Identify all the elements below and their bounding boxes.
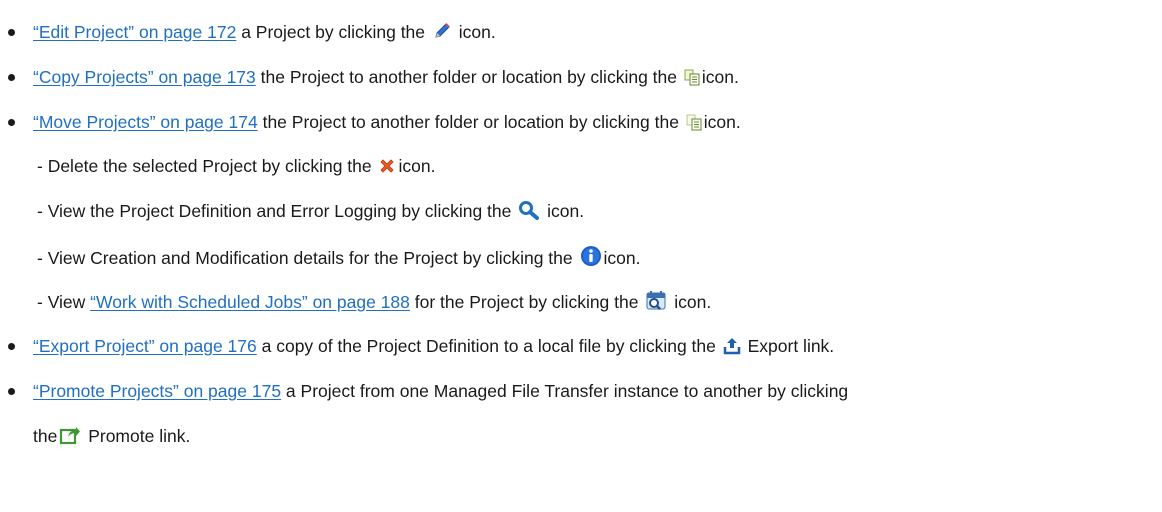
item-text: a Project from one Managed File Transfer…: [281, 381, 849, 401]
item-text: - View the Project Definition and Error …: [37, 201, 517, 221]
promote-icon[interactable]: [59, 425, 81, 445]
item-text: - View Creation and Modification details…: [37, 248, 578, 268]
edit-project-link[interactable]: “Edit Project” on page 172: [33, 22, 236, 42]
promote-projects-link[interactable]: “Promote Projects” on page 175: [33, 381, 281, 401]
item-text: the Project to another folder or locatio…: [257, 112, 684, 132]
magnifier-icon[interactable]: [518, 200, 540, 220]
bullet: [8, 29, 15, 36]
item-text-after: icon.: [542, 201, 585, 221]
item-text-after: Export link.: [742, 336, 835, 356]
copy-icon[interactable]: [684, 69, 700, 86]
bullet: [8, 388, 15, 395]
move-icon[interactable]: [686, 114, 702, 131]
item-text: - Delete the selected Project by clickin…: [37, 156, 377, 176]
item-text: a Project by clicking the: [236, 22, 430, 42]
item-text-after: icon.: [453, 22, 496, 42]
item-text-after: icon.: [703, 112, 741, 132]
bullet: [8, 119, 15, 126]
info-icon[interactable]: [580, 245, 602, 267]
item-text: a copy of the Project Definition to a lo…: [256, 336, 721, 356]
item-text-after: icon.: [669, 292, 712, 312]
pencil-icon[interactable]: [432, 21, 452, 41]
item-prefix: - View: [37, 292, 91, 312]
item-text: for the Project by clicking the: [409, 292, 644, 312]
delete-x-icon[interactable]: [378, 157, 396, 175]
export-icon[interactable]: [723, 337, 741, 355]
item-text-after: icon.: [603, 248, 641, 268]
item-text-after: Promote link.: [83, 426, 191, 446]
item-text-after: icon.: [701, 67, 739, 87]
item-text: the Project to another folder or locatio…: [255, 67, 682, 87]
item-text: the: [33, 426, 58, 446]
copy-projects-link[interactable]: “Copy Projects” on page 173: [33, 67, 256, 87]
scheduled-jobs-icon[interactable]: [645, 290, 667, 311]
export-project-link[interactable]: “Export Project” on page 176: [33, 336, 257, 356]
move-projects-link[interactable]: “Move Projects” on page 174: [33, 112, 258, 132]
bullet: [8, 343, 15, 350]
item-text-after: icon.: [398, 156, 436, 176]
bullet: [8, 74, 15, 81]
work-with-scheduled-jobs-link[interactable]: “Work with Scheduled Jobs” on page 188: [90, 292, 410, 312]
